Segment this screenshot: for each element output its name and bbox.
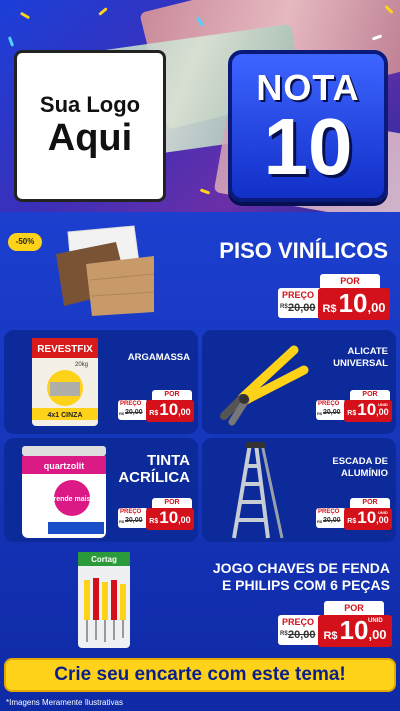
confetti xyxy=(7,36,15,47)
price-dec: ,00 xyxy=(178,407,191,417)
old-price: 20,00 xyxy=(323,409,341,416)
old-price: 20,00 xyxy=(288,302,316,314)
cta-banner[interactable]: Crie seu encarte com este tema! xyxy=(4,658,396,692)
preco-label: PREÇO xyxy=(318,401,340,407)
brand-text: quartzolit xyxy=(44,461,85,471)
discount-badge: -50% xyxy=(8,233,42,251)
por-label: POR xyxy=(152,390,192,400)
currency-label: R$ xyxy=(347,518,357,525)
product-name-line: JOGO CHAVES DE FENDA xyxy=(212,560,390,576)
product-name: TINTA ACRÍLICA xyxy=(118,452,190,486)
currency-label: R$ xyxy=(149,518,159,525)
old-price-box: PREÇO R$ 20,00 xyxy=(316,400,346,420)
product-name: ALICATE UNIVERSAL xyxy=(333,346,388,369)
ladder-image xyxy=(232,442,284,539)
product-name: JOGO CHAVES DE FENDA E PHILIPS COM 6 PEÇ… xyxy=(150,560,390,594)
old-price: 20,00 xyxy=(288,629,316,641)
logo-text: Sua Logo xyxy=(39,92,141,118)
brand-text: REVESTFIX xyxy=(37,344,93,355)
currency-label: R$ xyxy=(317,519,323,524)
new-price-box: R$ 10,00 xyxy=(146,400,194,422)
confetti xyxy=(199,188,211,195)
unit-label: UNID xyxy=(378,402,388,407)
paint-can-image: quartzolit rende mais xyxy=(22,446,106,538)
por-label: POR xyxy=(324,601,384,615)
old-price: 20,00 xyxy=(323,517,341,524)
por-label: POR xyxy=(152,498,192,508)
nota-10-title: NOTA 10 xyxy=(228,50,388,202)
old-price: 20,00 xyxy=(125,409,143,416)
currency-label: R$ xyxy=(149,410,159,417)
currency-label: R$ xyxy=(119,519,125,524)
currency-label: R$ xyxy=(347,410,357,417)
badge-text: rende mais xyxy=(54,496,91,503)
title-number: 10 xyxy=(263,102,353,191)
argamassa-bag-image: REVESTFIX 20kg 4x1 CINZA xyxy=(32,338,98,426)
product-name: PISO VINÍLICOS xyxy=(219,238,388,263)
preco-label: PREÇO xyxy=(318,509,340,515)
unit-label: UNID xyxy=(368,618,383,624)
por-label: POR xyxy=(350,390,390,400)
currency-label: R$ xyxy=(280,631,288,637)
price-int: 10 xyxy=(159,508,179,527)
por-label: POR xyxy=(320,274,380,288)
currency-label: R$ xyxy=(119,411,125,416)
old-price-box: PREÇO R$ 20,00 xyxy=(316,508,346,528)
price-int: 10 xyxy=(339,615,369,645)
old-price-box: PREÇO R$ 20,00 xyxy=(118,400,148,420)
price-dec: ,00 xyxy=(376,407,389,417)
price-int: 10 xyxy=(159,400,179,419)
new-price-box: R$ 10,00 xyxy=(146,508,194,530)
weight-text: 20kg xyxy=(75,362,88,368)
unit-label: UNID xyxy=(378,510,388,515)
price-int: 10 xyxy=(357,508,377,527)
pliers-image xyxy=(220,345,309,426)
price-dec: ,00 xyxy=(178,515,191,525)
old-price: 20,00 xyxy=(125,517,143,524)
new-price-box: R$ 10 ,00 xyxy=(318,288,390,320)
price-dec: ,00 xyxy=(376,515,389,525)
currency-label: R$ xyxy=(323,630,338,642)
preco-label: PREÇO xyxy=(282,290,315,300)
logo-text: Aqui xyxy=(47,117,133,160)
product-name: ARGAMASSA xyxy=(127,352,190,363)
old-price-box: PREÇO R$ 20,00 xyxy=(118,508,148,528)
brand-text: Cortag xyxy=(91,555,117,564)
price-int: 10 xyxy=(338,288,368,318)
logo-placeholder[interactable]: Sua Logo Aqui xyxy=(14,50,166,202)
product-name-line: E PHILIPS COM 6 PEÇAS xyxy=(221,577,390,593)
price-int: 10 xyxy=(357,400,377,419)
type-text: 4x1 CINZA xyxy=(47,412,82,419)
preco-label: PREÇO xyxy=(120,509,142,515)
confetti xyxy=(98,7,108,16)
preco-label: PREÇO xyxy=(120,401,142,407)
currency-label: R$ xyxy=(317,411,323,416)
vinyl-floor-image xyxy=(56,225,155,316)
currency-label: R$ xyxy=(280,304,288,310)
price-dec: ,00 xyxy=(368,627,387,642)
disclaimer: *Imagens Meramente Ilustrativas xyxy=(6,698,123,707)
preco-label: PREÇO xyxy=(282,617,315,627)
confetti xyxy=(19,11,31,20)
currency-label: R$ xyxy=(322,303,337,315)
por-label: POR xyxy=(350,498,390,508)
product-name: ESCADA DE ALUMÍNIO xyxy=(332,456,388,479)
price-dec: ,00 xyxy=(367,300,386,315)
screwdriver-set-image: Cortag xyxy=(78,552,130,648)
